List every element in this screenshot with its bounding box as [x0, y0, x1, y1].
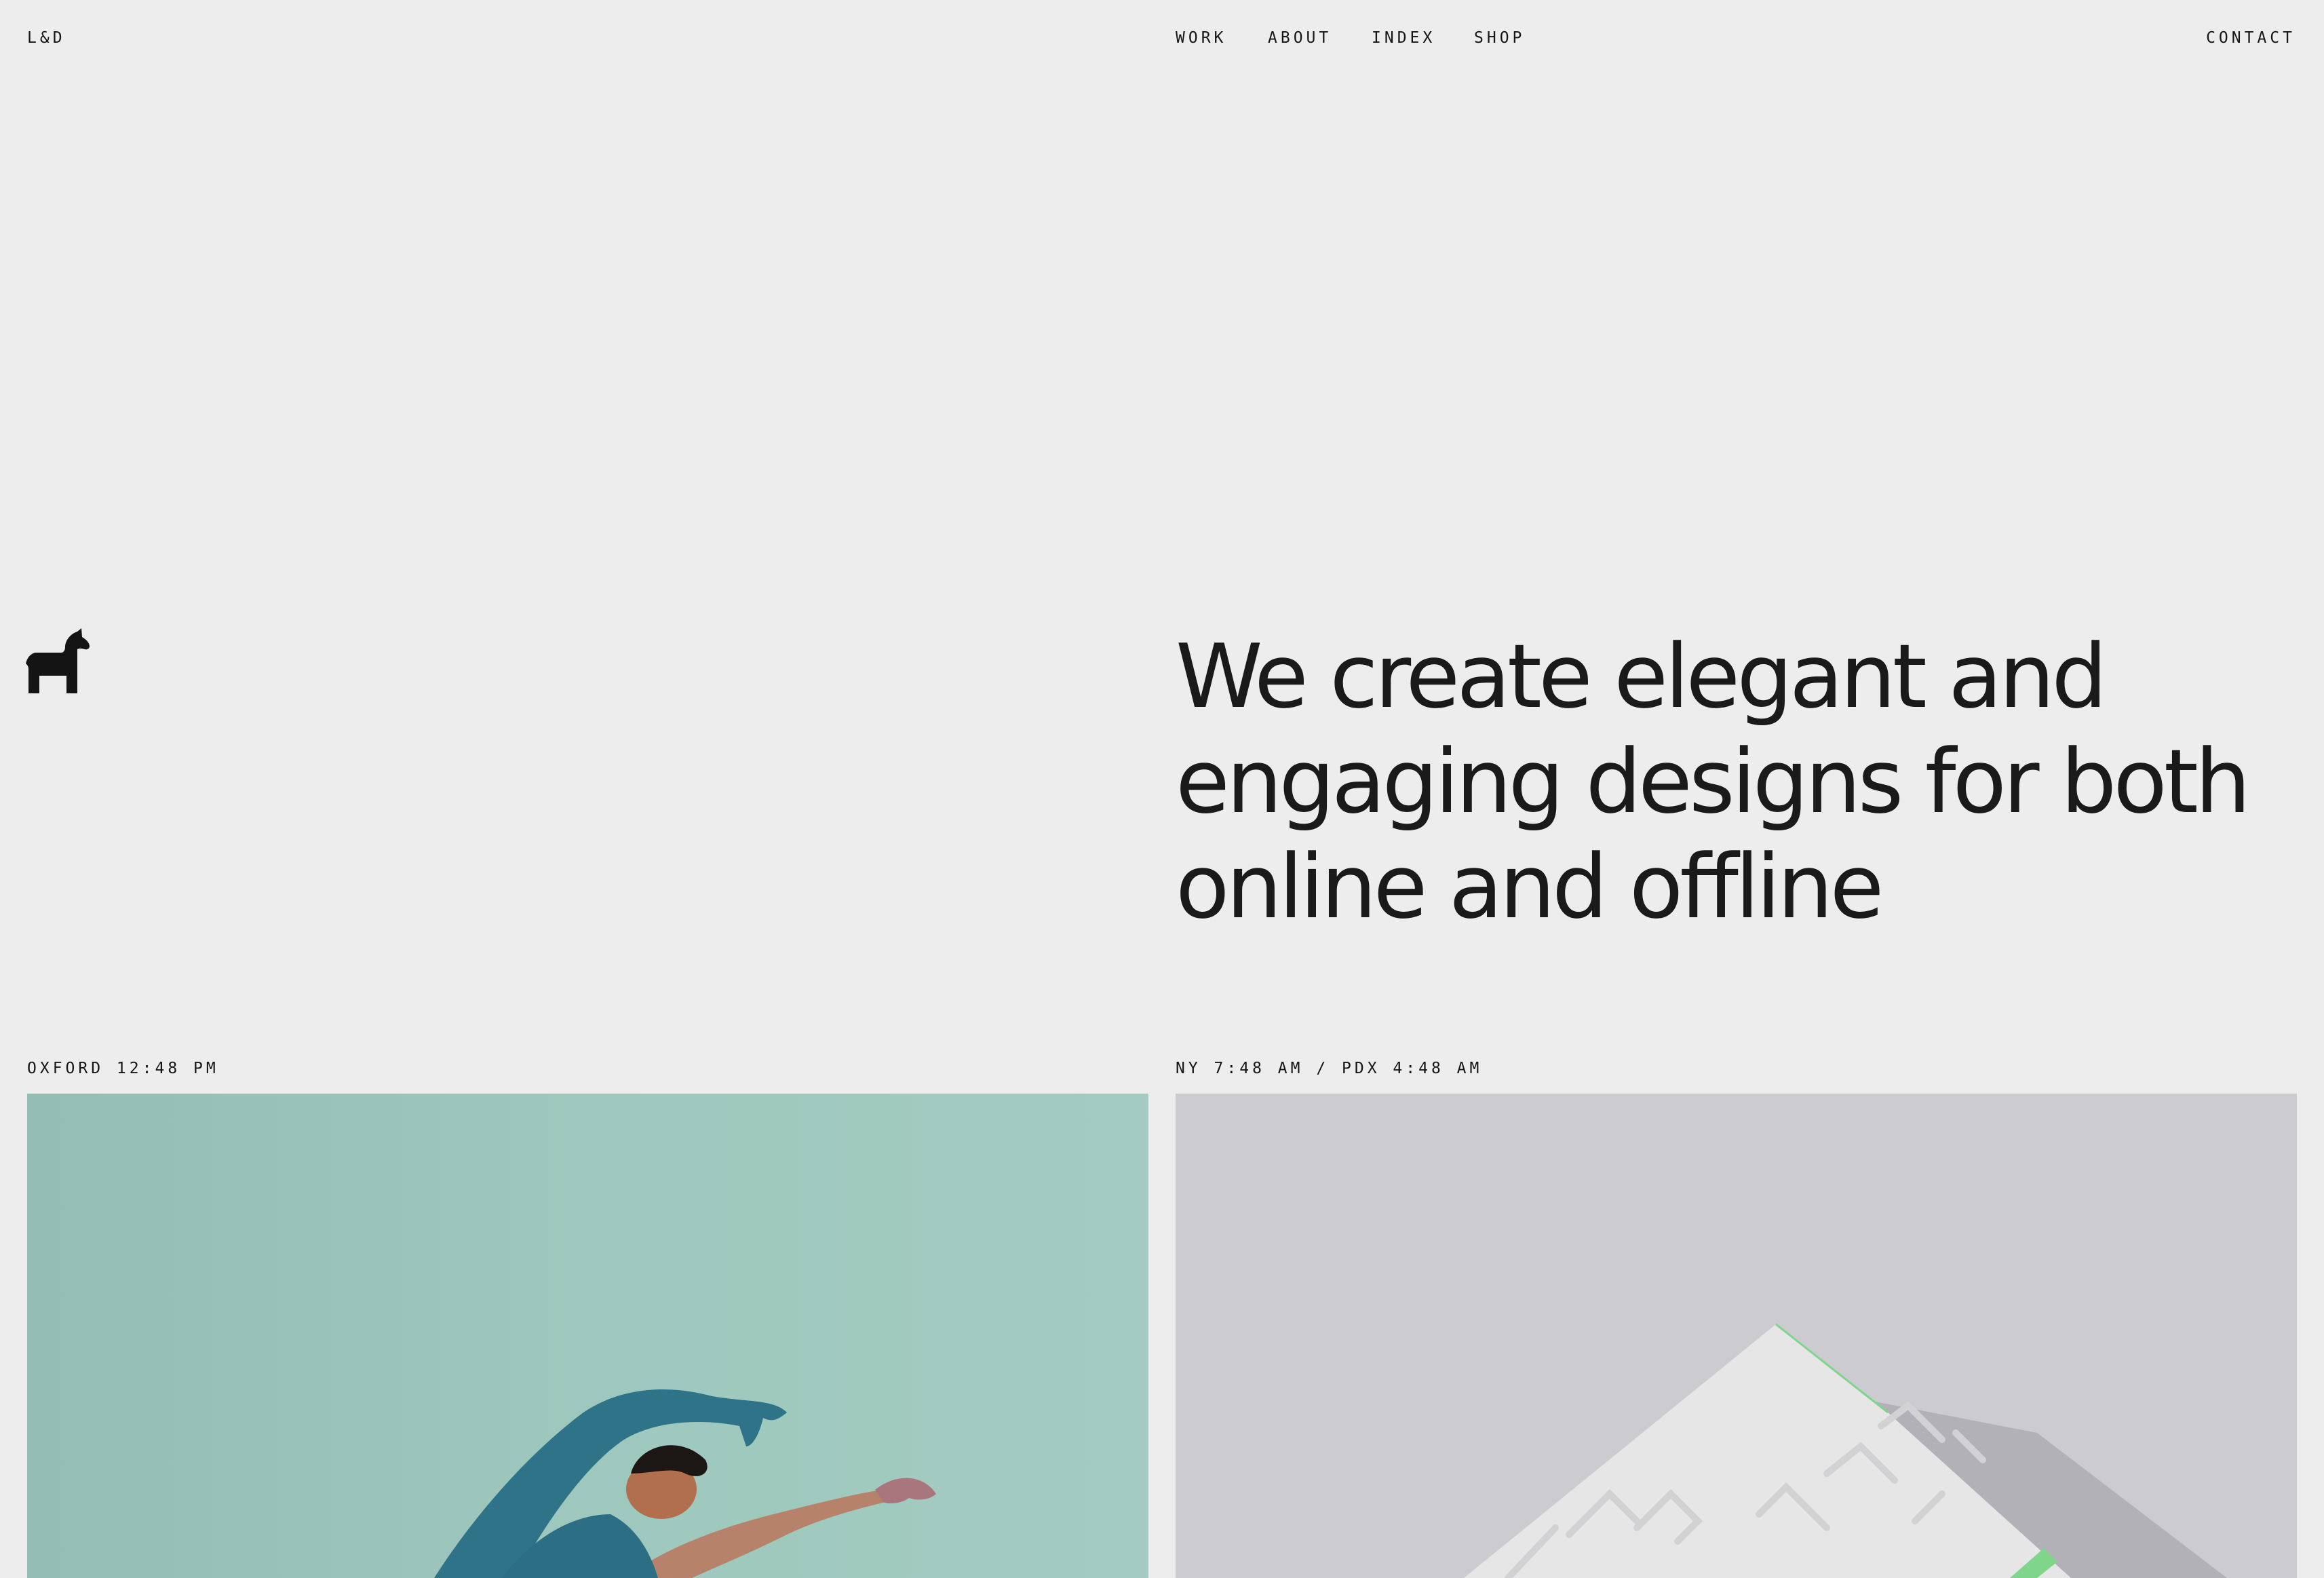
nav-work[interactable]: WORK [1176, 29, 1268, 47]
project-image-business-card[interactable] [1176, 1094, 2297, 1578]
hero-headline: We create elegant and engaging designs f… [1176, 625, 2251, 938]
business-card-illustration [1464, 1323, 2227, 1578]
location-time-right: NY 7:48 AM / PDX 4:48 AM [1176, 1060, 1483, 1077]
nav-about[interactable]: ABOUT [1268, 29, 1372, 47]
nav-shop[interactable]: SHOP [1474, 29, 1525, 47]
logo[interactable]: L&D [27, 29, 66, 47]
project-image-dancer[interactable] [27, 1094, 1148, 1578]
dancer-illustration [434, 1389, 936, 1578]
nav-index[interactable]: INDEX [1372, 29, 1474, 47]
nav-contact[interactable]: CONTACT [2206, 29, 2296, 47]
location-time-left: OXFORD 12:48 PM [27, 1060, 219, 1077]
main-nav: WORK ABOUT INDEX SHOP [1176, 29, 1525, 47]
horse-icon [26, 628, 90, 693]
